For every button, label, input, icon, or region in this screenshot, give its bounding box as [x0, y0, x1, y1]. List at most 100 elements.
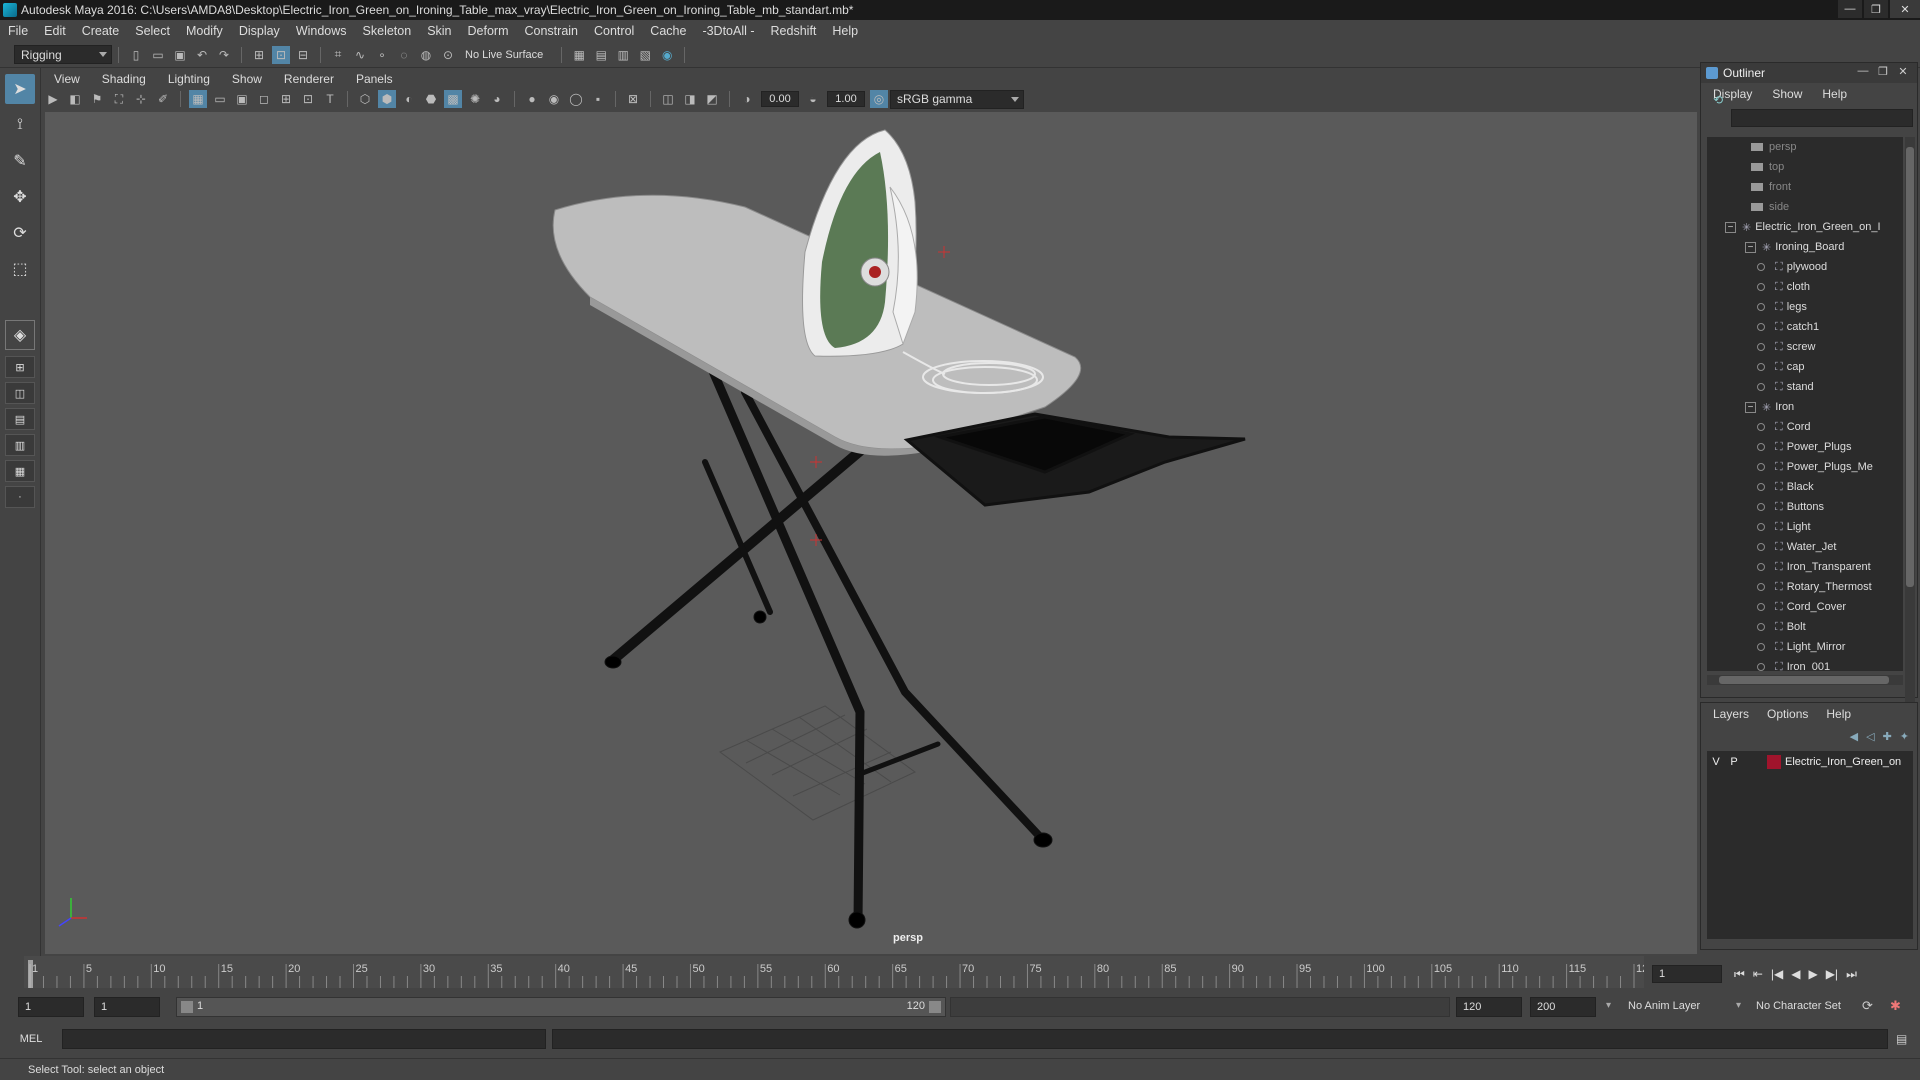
- 3d-viewport[interactable]: persp: [45, 112, 1697, 954]
- go-to-end-icon[interactable]: ⏭: [1846, 967, 1857, 982]
- exposure-icon[interactable]: ◑: [738, 90, 756, 108]
- chevron-down-icon[interactable]: ▾: [1736, 1000, 1741, 1011]
- tree-item-mesh[interactable]: ⛶ Rotary_Thermost: [1707, 577, 1903, 597]
- filter-icon[interactable]: ⟲: [1713, 93, 1727, 107]
- ipr-render-icon[interactable]: ▥: [614, 46, 632, 64]
- visibility-icon[interactable]: [1757, 383, 1765, 391]
- snap-surface-icon[interactable]: ◍: [417, 46, 435, 64]
- xray-icon[interactable]: ◫: [659, 90, 677, 108]
- snap-point-icon[interactable]: ∘: [373, 46, 391, 64]
- animation-preferences-icon[interactable]: ✱: [1890, 998, 1901, 1014]
- collapse-icon[interactable]: −: [1745, 401, 1756, 413]
- menu-windows[interactable]: Windows: [288, 24, 355, 38]
- visibility-icon[interactable]: [1757, 563, 1765, 571]
- open-scene-icon[interactable]: ▭: [149, 46, 167, 64]
- new-layer-selected-icon[interactable]: ✦: [1900, 730, 1909, 743]
- move-layer-down-icon[interactable]: ◁: [1866, 730, 1874, 743]
- menu-create[interactable]: Create: [74, 24, 128, 38]
- command-input[interactable]: [62, 1029, 546, 1049]
- xray-components-icon[interactable]: ◩: [703, 90, 721, 108]
- tree-item-side[interactable]: side: [1707, 197, 1903, 217]
- tree-item-mesh[interactable]: ⛶ catch1: [1707, 317, 1903, 337]
- default-material-icon[interactable]: ◐: [400, 90, 418, 108]
- visibility-icon[interactable]: [1757, 423, 1765, 431]
- tree-item-mesh[interactable]: ⛶ Cord: [1707, 417, 1903, 437]
- save-scene-icon[interactable]: ▣: [171, 46, 189, 64]
- panel-menu-view[interactable]: View: [42, 72, 90, 86]
- tree-item-mesh[interactable]: ⛶ Light_Mirror: [1707, 637, 1903, 657]
- close-button[interactable]: ✕: [1890, 0, 1920, 18]
- render-view-icon[interactable]: ▧: [636, 46, 654, 64]
- visibility-icon[interactable]: [1757, 483, 1765, 491]
- menu-file[interactable]: File: [0, 24, 36, 38]
- shadows-icon[interactable]: ◕: [488, 90, 506, 108]
- select-component-icon[interactable]: ⊟: [294, 46, 312, 64]
- hypershade-icon[interactable]: ◉: [658, 46, 676, 64]
- smooth-shade-icon[interactable]: ⬢: [378, 90, 396, 108]
- go-to-start-icon[interactable]: ⏮: [1734, 967, 1745, 982]
- visibility-icon[interactable]: [1757, 343, 1765, 351]
- layout-side-icon[interactable]: ◫: [5, 382, 35, 404]
- snap-live-icon[interactable]: ⊙: [439, 46, 457, 64]
- step-back-key-icon[interactable]: ⇤: [1753, 967, 1763, 981]
- safe-title-icon[interactable]: T: [321, 90, 339, 108]
- visibility-icon[interactable]: [1757, 363, 1765, 371]
- live-surface-label[interactable]: No Live Surface: [465, 49, 543, 61]
- layout-four-icon[interactable]: ⊞: [5, 356, 35, 378]
- gamma-icon[interactable]: ◒: [804, 90, 822, 108]
- camera-select-icon[interactable]: ▶: [44, 90, 62, 108]
- minimize-button[interactable]: —: [1838, 0, 1862, 18]
- xray-joints-icon[interactable]: ◨: [681, 90, 699, 108]
- tree-item-mesh[interactable]: ⛶ cloth: [1707, 277, 1903, 297]
- lasso-tool-icon[interactable]: ⟟: [5, 110, 35, 140]
- depth-of-field-icon[interactable]: ▪: [589, 90, 607, 108]
- step-back-frame-icon[interactable]: |◀: [1771, 967, 1783, 981]
- redo-icon[interactable]: ↷: [215, 46, 233, 64]
- visibility-icon[interactable]: [1757, 463, 1765, 471]
- layout-hypershade-icon[interactable]: ▦: [5, 460, 35, 482]
- outliner-maximize-button[interactable]: ❐: [1873, 65, 1893, 78]
- tree-item-mesh[interactable]: ⛶ Bolt: [1707, 617, 1903, 637]
- tree-item-mesh[interactable]: ⛶ plywood: [1707, 257, 1903, 277]
- animation-start-field[interactable]: 1: [18, 997, 84, 1017]
- maximize-button[interactable]: ❐: [1864, 0, 1888, 18]
- step-forward-frame-icon[interactable]: ▶|: [1826, 967, 1838, 981]
- collapse-icon[interactable]: −: [1725, 221, 1736, 233]
- menu-edit[interactable]: Edit: [36, 24, 74, 38]
- tree-item-mesh[interactable]: ⛶ Iron_Transparent: [1707, 557, 1903, 577]
- outliner-menu-show[interactable]: Show: [1760, 87, 1810, 101]
- menu-3dtoall[interactable]: -3DtoAll -: [694, 24, 762, 38]
- chevron-down-icon[interactable]: ▾: [1606, 1000, 1611, 1011]
- layer-menu-layers[interactable]: Layers: [1701, 707, 1755, 721]
- tree-item-mesh[interactable]: ⛶ Buttons: [1707, 497, 1903, 517]
- grease-pencil-icon[interactable]: ✐: [154, 90, 172, 108]
- select-object-icon[interactable]: ⊡: [272, 45, 290, 64]
- isolate-select-icon[interactable]: ⊠: [624, 90, 642, 108]
- new-scene-icon[interactable]: ▯: [127, 46, 145, 64]
- visibility-icon[interactable]: [1757, 283, 1765, 291]
- outliner-vertical-scrollbar[interactable]: [1905, 137, 1915, 731]
- animation-end-field[interactable]: 200: [1530, 997, 1596, 1017]
- layer-visibility-toggle[interactable]: V: [1707, 756, 1725, 768]
- use-all-lights-icon[interactable]: ✺: [466, 90, 484, 108]
- tree-item-mesh[interactable]: ⛶ Black: [1707, 477, 1903, 497]
- layer-row[interactable]: V P Electric_Iron_Green_on: [1707, 751, 1913, 773]
- script-editor-icon[interactable]: ▤: [1896, 1032, 1907, 1046]
- visibility-icon[interactable]: [1757, 443, 1765, 451]
- undo-icon[interactable]: ↶: [193, 46, 211, 64]
- menu-control[interactable]: Control: [586, 24, 642, 38]
- quick-layout-single-icon[interactable]: ◈: [5, 320, 35, 350]
- tree-item-mesh[interactable]: ⛶ Cord_Cover: [1707, 597, 1903, 617]
- visibility-icon[interactable]: [1757, 603, 1765, 611]
- layout-graph-icon[interactable]: ▥: [5, 434, 35, 456]
- tree-item-mesh[interactable]: ⛶ cap: [1707, 357, 1903, 377]
- 2d-pan-zoom-icon[interactable]: ⊹: [132, 90, 150, 108]
- tree-item-top[interactable]: top: [1707, 157, 1903, 177]
- visibility-icon[interactable]: [1757, 583, 1765, 591]
- panel-menu-shading[interactable]: Shading: [90, 72, 156, 86]
- outliner-search-input[interactable]: [1731, 109, 1913, 127]
- visibility-icon[interactable]: [1757, 623, 1765, 631]
- wireframe-on-shaded-icon[interactable]: ⬣: [422, 90, 440, 108]
- resolution-gate-icon[interactable]: ▣: [233, 90, 251, 108]
- play-backwards-icon[interactable]: ◀: [1791, 967, 1800, 981]
